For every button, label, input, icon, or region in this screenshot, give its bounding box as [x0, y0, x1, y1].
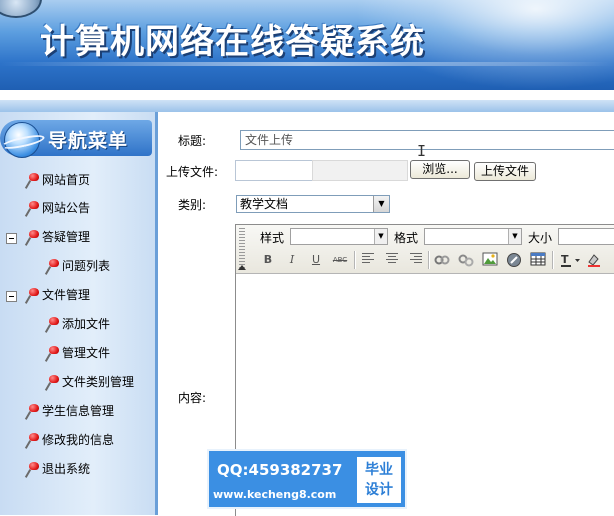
title-input[interactable]: 文件上传: [240, 130, 614, 150]
dropdown-arrow-icon[interactable]: ▼: [374, 229, 387, 244]
size-combo[interactable]: [558, 228, 614, 245]
style-combo[interactable]: ▼: [290, 228, 388, 245]
editor-toolbar: 样式 ▼ 格式 ▼ 大小 B I U ABC T: [236, 225, 614, 274]
banner-gap: [0, 90, 614, 100]
strikethrough-button[interactable]: ABC: [332, 252, 348, 268]
browse-button[interactable]: 浏览...: [410, 160, 470, 179]
watermark-badge-line2: 设计: [365, 482, 393, 498]
highlight-color-icon[interactable]: [586, 252, 608, 268]
pushpin-icon: [44, 345, 60, 364]
site-banner: 计算机网络在线答疑系统: [0, 0, 614, 90]
sidebar-item-label: 学生信息管理: [42, 404, 115, 418]
svg-text:T: T: [561, 253, 569, 266]
sidebar-item-add-file[interactable]: 添加文件: [44, 314, 111, 335]
nav-menu-title: 导航菜单: [48, 130, 129, 152]
dropdown-arrow-icon[interactable]: ▼: [373, 196, 389, 212]
sidebar-item-qa-management[interactable]: 答疑管理: [24, 227, 91, 248]
watermark-qq: QQ:459382737: [217, 461, 343, 479]
sidebar-item-label: 管理文件: [62, 346, 111, 360]
toolbar-collapse-icon[interactable]: [238, 265, 246, 270]
unlink-icon[interactable]: [458, 252, 474, 268]
sidebar-item-announcements[interactable]: 网站公告: [24, 198, 91, 219]
file-path-input[interactable]: [235, 160, 313, 181]
category-label: 类别:: [178, 198, 207, 212]
toolbar-separator: [428, 251, 430, 269]
insert-table-icon[interactable]: [530, 252, 546, 268]
text-color-icon[interactable]: T: [560, 252, 582, 268]
text-cursor-icon: I: [417, 142, 427, 160]
pushpin-icon: [24, 461, 40, 480]
collapse-toggle-icon[interactable]: [6, 233, 17, 244]
upload-file-button[interactable]: 上传文件: [474, 162, 536, 181]
format-combo[interactable]: ▼: [424, 228, 522, 245]
sidebar-item-label: 退出系统: [42, 462, 91, 476]
category-select[interactable]: 教学文档 ▼: [236, 195, 390, 213]
watermark-site: www.kecheng8.com: [213, 488, 337, 501]
pushpin-icon: [44, 316, 60, 335]
style-label: 样式: [260, 231, 285, 245]
nav-menu-header: 导航菜单: [0, 120, 152, 158]
sidebar-item-label: 添加文件: [62, 317, 111, 331]
sidebar-item-question-list[interactable]: 问题列表: [44, 256, 111, 277]
title-label: 标题:: [178, 134, 207, 148]
pushpin-icon: [24, 432, 40, 451]
sidebar-item-file-management[interactable]: 文件管理: [24, 285, 91, 306]
category-select-value: 教学文档: [240, 197, 289, 211]
pushpin-icon: [24, 229, 40, 248]
sidebar-item-label: 网站首页: [42, 173, 91, 187]
pushpin-icon: [24, 172, 40, 191]
toolbar-separator: [354, 251, 356, 269]
bold-button[interactable]: B: [260, 252, 276, 268]
sidebar: 导航菜单 网站首页 网站公告 答疑管理 问题列表 文件管理 添加文件 管理文件 …: [0, 112, 158, 515]
align-right-icon[interactable]: [408, 252, 424, 268]
italic-button[interactable]: I: [284, 252, 300, 268]
underline-button[interactable]: U: [308, 252, 324, 268]
upload-file-label: 上传文件:: [166, 165, 219, 179]
format-label: 格式: [394, 231, 419, 245]
sidebar-item-label: 答疑管理: [42, 230, 91, 244]
sidebar-item-manage-files[interactable]: 管理文件: [44, 343, 111, 364]
sidebar-item-logout[interactable]: 退出系统: [24, 459, 91, 480]
pushpin-icon: [24, 287, 40, 306]
align-center-icon[interactable]: [384, 252, 400, 268]
sidebar-item-label: 修改我的信息: [42, 433, 115, 447]
globe-icon: [4, 122, 40, 158]
top-divider-bar: [0, 100, 614, 112]
toolbar-grip-icon[interactable]: [239, 228, 245, 268]
sidebar-item-file-category-management[interactable]: 文件类别管理: [44, 372, 135, 393]
watermark-badge-line1: 毕业: [365, 462, 393, 478]
insert-flash-icon[interactable]: [506, 252, 522, 268]
pushpin-icon: [44, 258, 60, 277]
align-left-icon[interactable]: [360, 252, 376, 268]
sidebar-item-label: 问题列表: [62, 259, 111, 273]
sidebar-item-home[interactable]: 网站首页: [24, 170, 91, 191]
sidebar-item-label: 文件类别管理: [62, 375, 135, 389]
size-label: 大小: [528, 231, 553, 245]
watermark-badge: QQ:459382737 www.kecheng8.com 毕业 设计: [207, 449, 407, 509]
banner-logo-icon: [0, 0, 42, 18]
pushpin-icon: [24, 200, 40, 219]
pushpin-icon: [24, 403, 40, 422]
toolbar-separator: [552, 251, 554, 269]
insert-image-icon[interactable]: [482, 252, 498, 268]
sidebar-item-student-management[interactable]: 学生信息管理: [24, 401, 115, 422]
insert-link-icon[interactable]: [434, 252, 450, 268]
site-title: 计算机网络在线答疑系统: [40, 22, 425, 62]
sidebar-item-edit-my-info[interactable]: 修改我的信息: [24, 430, 115, 451]
watermark-graduation-badge: 毕业 设计: [357, 457, 401, 503]
content-label: 内容:: [178, 391, 207, 405]
collapse-toggle-icon[interactable]: [6, 291, 17, 302]
pushpin-icon: [44, 374, 60, 393]
file-path-input-extension: [312, 160, 408, 181]
dropdown-arrow-icon[interactable]: ▼: [508, 229, 521, 244]
sidebar-item-label: 文件管理: [42, 288, 91, 302]
sidebar-item-label: 网站公告: [42, 201, 91, 215]
